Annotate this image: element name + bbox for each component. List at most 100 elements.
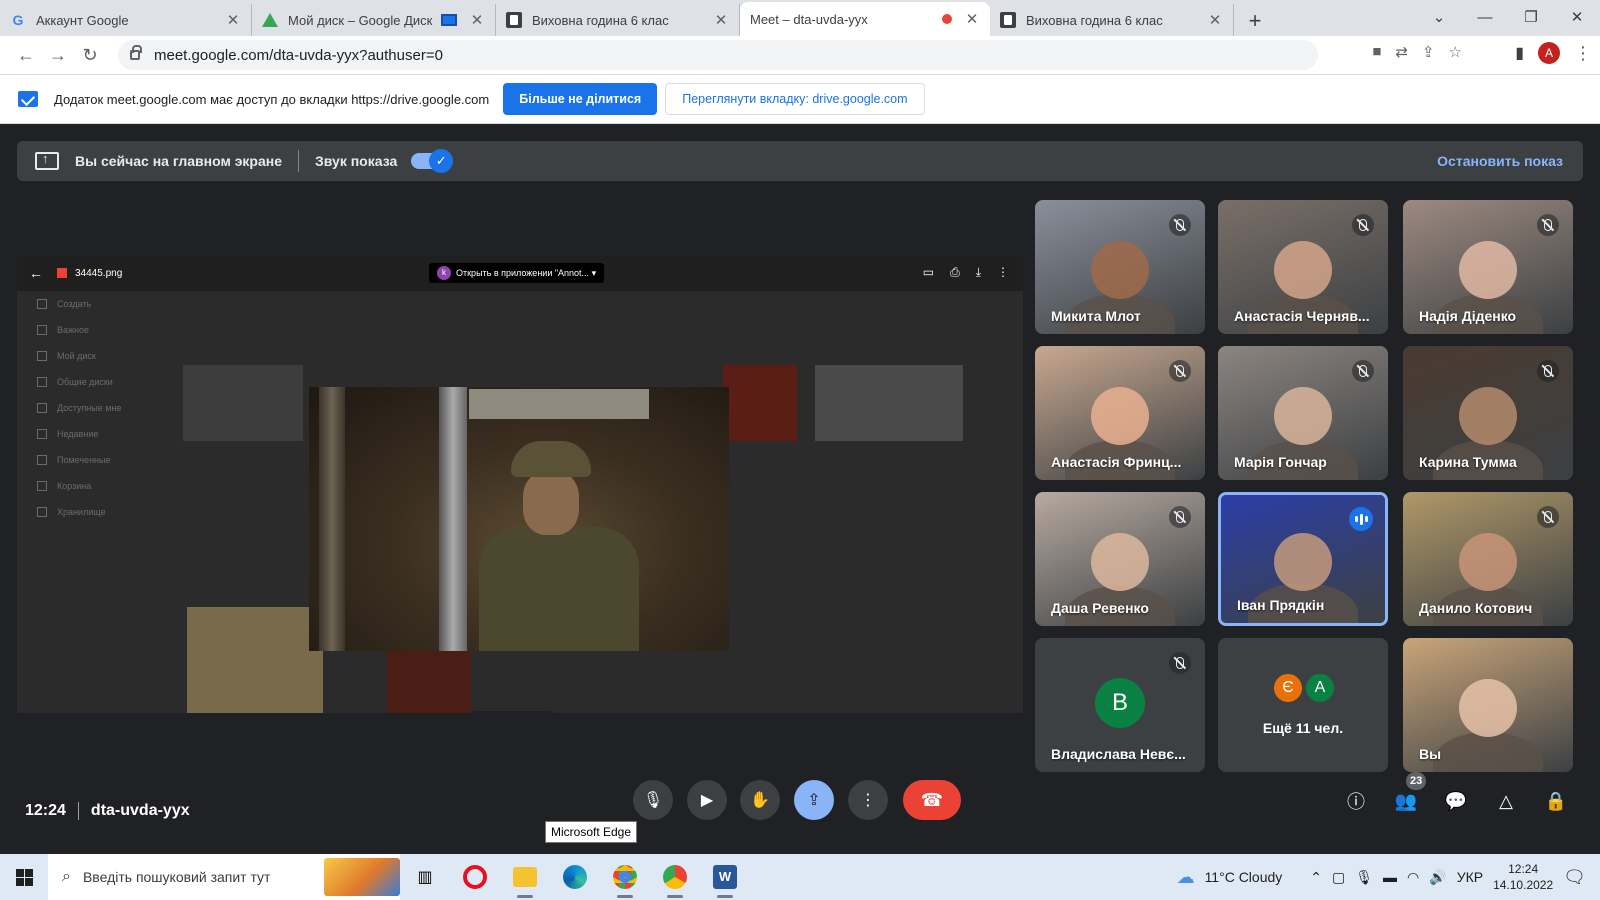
- tab-search-icon[interactable]: ⌄: [1416, 0, 1462, 34]
- stop-sharing-button[interactable]: Більше не ділитися: [503, 83, 658, 115]
- chevron-up-icon[interactable]: ⌃: [1310, 869, 1322, 886]
- taskbar-clock[interactable]: 12:24 14.10.2022: [1493, 861, 1553, 893]
- host-controls-button[interactable]: 🔒: [1543, 788, 1569, 814]
- video-shape: [1274, 240, 1332, 299]
- meet-window: Вы сейчас на главном экране Звук показа …: [0, 124, 1600, 854]
- photo-shape: [469, 389, 649, 419]
- drive-nav-icon: [37, 403, 47, 413]
- participant-tile[interactable]: Надія Діденко: [1403, 200, 1573, 334]
- meet-tray-icon[interactable]: ▢: [1332, 869, 1345, 886]
- taskbar-chrome[interactable]: [600, 854, 650, 900]
- microphone-button[interactable]: 🎙: [633, 780, 673, 820]
- view-shared-tab-button[interactable]: Переглянути вкладку: drive.google.com: [665, 83, 925, 115]
- profile-avatar[interactable]: A: [1538, 42, 1560, 64]
- participant-name: Данило Котович: [1419, 600, 1533, 616]
- activities-button[interactable]: △: [1493, 788, 1519, 814]
- taskbar-word[interactable]: W: [700, 854, 750, 900]
- people-button[interactable]: 👥: [1393, 788, 1419, 814]
- taskbar-chrome-profile[interactable]: [650, 854, 700, 900]
- weather-text[interactable]: 11°C Cloudy: [1205, 869, 1283, 885]
- camera-icon: ▶: [700, 792, 714, 809]
- participant-tile[interactable]: Іван Прядкін: [1218, 492, 1388, 626]
- leave-call-button[interactable]: ☎: [903, 780, 961, 820]
- search-highlight-image: [324, 858, 400, 896]
- microphone-tray-icon[interactable]: 🎙: [1355, 869, 1373, 886]
- microphone-icon: 🎙: [642, 792, 664, 809]
- mic-glyph: [1176, 657, 1184, 669]
- video-shape: [1274, 532, 1332, 591]
- drive-nav-icon: [37, 299, 47, 309]
- start-button[interactable]: [0, 854, 48, 900]
- drive-nav-icon: [37, 351, 47, 361]
- close-icon[interactable]: ✕: [225, 11, 241, 29]
- input-language[interactable]: УКР: [1457, 869, 1483, 885]
- task-view-button[interactable]: ▥: [400, 854, 450, 900]
- address-bar[interactable]: meet.google.com/dta-uvda-yyx?authuser=0: [118, 40, 1318, 70]
- mic-glyph: [1176, 511, 1184, 523]
- wifi-icon[interactable]: ◠: [1407, 869, 1419, 886]
- participant-tile[interactable]: Є А Ещё 11 чел.: [1218, 638, 1388, 772]
- close-icon[interactable]: ✕: [713, 11, 729, 29]
- more-options-button[interactable]: ⋮: [848, 780, 888, 820]
- participant-name: Карина Тумма: [1419, 454, 1517, 470]
- participant-tile[interactable]: Даша Ревенко: [1035, 492, 1205, 626]
- participant-tile[interactable]: Вы: [1403, 638, 1573, 772]
- participant-tile[interactable]: В Владислава Невє...: [1035, 638, 1205, 772]
- present-now-button[interactable]: ⇪: [794, 780, 834, 820]
- raise-hand-button[interactable]: ✋: [740, 780, 780, 820]
- close-icon[interactable]: ✕: [469, 11, 485, 29]
- reload-icon[interactable]: ↻: [74, 39, 106, 71]
- meeting-time: 12:24: [25, 802, 66, 820]
- taskbar-search[interactable]: ⌕ Введіть пошуковий запит тут: [48, 854, 400, 900]
- new-tab-button[interactable]: +: [1240, 6, 1270, 36]
- meeting-details-button[interactable]: ⓘ: [1343, 788, 1369, 814]
- tab-title: Виховна година 6 клас: [532, 12, 669, 28]
- participant-name: Микита Млот: [1051, 308, 1141, 324]
- notifications-icon[interactable]: 🗨: [1563, 867, 1586, 888]
- camera-button[interactable]: ▶: [687, 780, 727, 820]
- chat-button[interactable]: 💬: [1443, 788, 1469, 814]
- close-icon[interactable]: ✕: [964, 10, 980, 28]
- image-file-icon: [57, 268, 67, 278]
- taskbar-file-explorer[interactable]: [500, 854, 550, 900]
- participant-name: Даша Ревенко: [1051, 600, 1149, 616]
- back-icon[interactable]: ←: [10, 39, 42, 71]
- bookmark-star-icon[interactable]: ☆: [1449, 43, 1462, 61]
- side-panel-icon[interactable]: ▮: [1515, 43, 1524, 63]
- lock-icon[interactable]: [130, 45, 142, 60]
- minimize-icon[interactable]: —: [1462, 0, 1508, 34]
- participant-tile[interactable]: Карина Тумма: [1403, 346, 1573, 480]
- tab-google-drive[interactable]: Мой диск – Google Диск ✕: [252, 4, 496, 36]
- restore-icon[interactable]: ❐: [1508, 0, 1554, 34]
- participant-tile[interactable]: Анастасія Черняв...: [1218, 200, 1388, 334]
- participant-tile[interactable]: Микита Млот: [1035, 200, 1205, 334]
- tab-google-account[interactable]: G Аккаунт Google ✕: [0, 4, 252, 36]
- tab-docs-2[interactable]: Виховна година 6 клас ✕: [990, 4, 1234, 36]
- battery-icon[interactable]: ▬: [1383, 869, 1397, 885]
- share-audio-toggle[interactable]: ✓: [411, 149, 454, 173]
- taskbar-edge[interactable]: [550, 854, 600, 900]
- mic-off-icon: [1169, 214, 1191, 236]
- share-icon[interactable]: ⇪: [1422, 43, 1435, 61]
- stop-presenting-button[interactable]: Остановить показ: [1437, 153, 1563, 169]
- participant-tile[interactable]: Анастасія Фринц...: [1035, 346, 1205, 480]
- drive-sidebar-item: Общие диски: [37, 369, 177, 395]
- participant-tile[interactable]: Данило Котович: [1403, 492, 1573, 626]
- drive-nav-icon: [37, 507, 47, 517]
- close-icon[interactable]: ✕: [1207, 11, 1223, 29]
- forward-icon[interactable]: →: [42, 39, 74, 71]
- taskbar-opera[interactable]: [450, 854, 500, 900]
- tab-docs-1[interactable]: Виховна година 6 клас ✕: [496, 4, 740, 36]
- participant-name: Іван Прядкін: [1237, 597, 1325, 613]
- translate-icon[interactable]: ⇄: [1395, 43, 1408, 61]
- mic-off-icon: [1537, 360, 1559, 382]
- volume-icon[interactable]: 🔊: [1429, 869, 1446, 886]
- participant-name: Анастасія Черняв...: [1234, 308, 1370, 324]
- tab-meet[interactable]: Meet – dta-uvda-yyx ✕: [740, 2, 990, 142]
- close-window-icon[interactable]: ✕: [1554, 0, 1600, 34]
- camera-in-use-icon[interactable]: ■: [1372, 43, 1381, 61]
- participant-tile[interactable]: Марія Гончар: [1218, 346, 1388, 480]
- browser-menu-icon[interactable]: ⋮: [1574, 43, 1592, 64]
- file-thumbnail: [723, 365, 797, 441]
- mic-glyph: [1176, 219, 1184, 231]
